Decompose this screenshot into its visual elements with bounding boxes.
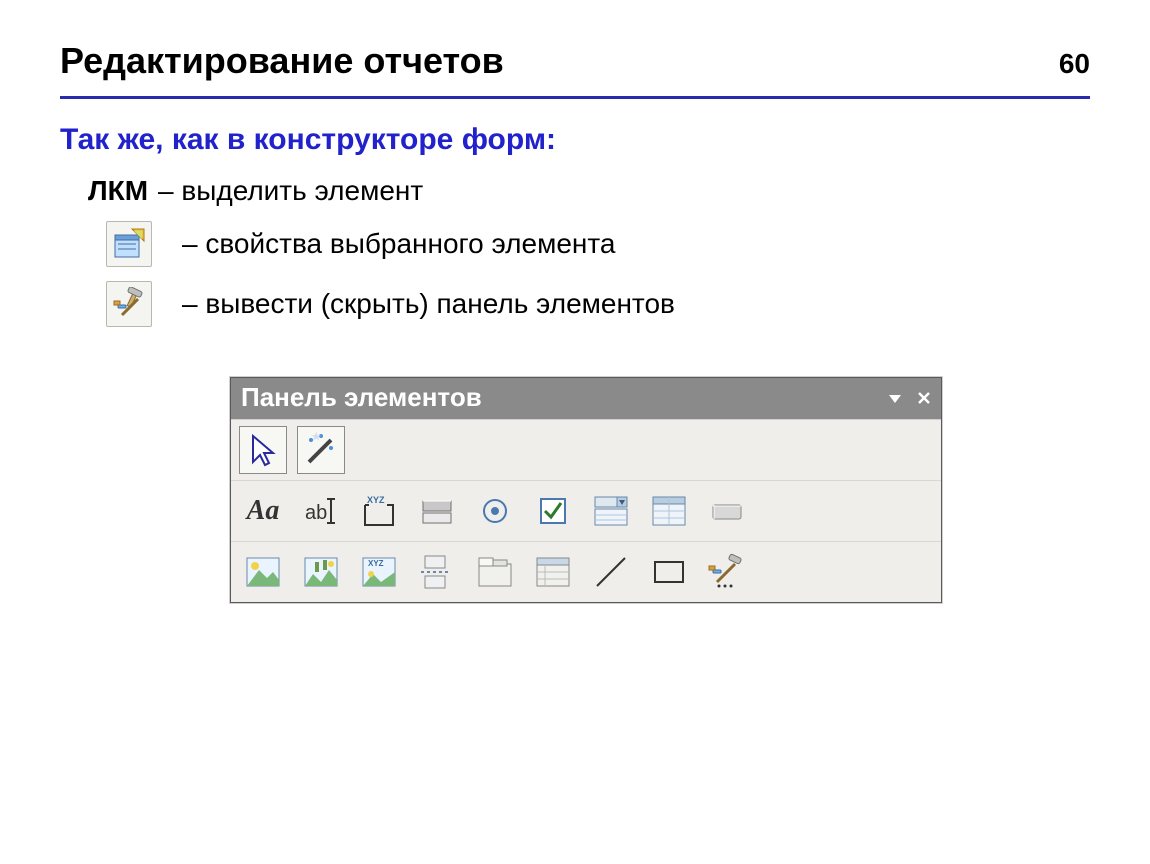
toolbox-body: Aa ab XYZ <box>231 419 941 602</box>
bound-frame-icon[interactable]: XYZ <box>355 548 403 596</box>
checkbox-icon[interactable] <box>529 487 577 535</box>
wizard-icon[interactable] <box>297 426 345 474</box>
combo-box-icon[interactable] <box>587 487 635 535</box>
more-tools-icon[interactable] <box>703 548 751 596</box>
row-toolbox-toggle: – вывести (скрыть) панель элементов <box>88 281 1090 327</box>
toolbox-row-1 <box>231 420 941 480</box>
option-button-icon[interactable] <box>471 487 519 535</box>
row-lmb: ЛКМ – выделить элемент <box>88 175 1090 207</box>
toolbox-panel: Панель элементов <box>230 377 942 603</box>
toolbox-toggle-icon <box>106 281 152 327</box>
properties-desc: – свойства выбранного элемента <box>182 228 615 260</box>
row-properties: – свойства выбранного элемента <box>88 221 1090 267</box>
properties-icon <box>106 221 152 267</box>
toolbox-row-2: Aa ab XYZ <box>231 480 941 541</box>
list-box-icon[interactable] <box>645 487 693 535</box>
svg-text:XYZ: XYZ <box>367 495 385 505</box>
line-icon[interactable] <box>587 548 635 596</box>
svg-text:ab: ab <box>305 502 327 524</box>
title-rule <box>60 96 1090 99</box>
page-break-icon[interactable] <box>413 548 461 596</box>
command-button-icon[interactable] <box>703 487 751 535</box>
toolbox-row-3: XYZ <box>231 541 941 602</box>
textbox-icon[interactable]: ab <box>297 487 345 535</box>
svg-text:XYZ: XYZ <box>368 559 384 568</box>
subtitle: Так же, как в конструкторе форм: <box>60 123 1090 157</box>
subform-icon[interactable] <box>529 548 577 596</box>
image-icon[interactable] <box>239 548 287 596</box>
slide: Редактирование отчетов 60 Так же, как в … <box>0 0 1150 864</box>
lmb-label: ЛКМ <box>88 175 158 207</box>
toolbox-toggle-desc: – вывести (скрыть) панель элементов <box>182 288 675 320</box>
page-number: 60 <box>1059 48 1090 80</box>
lmb-desc: – выделить элемент <box>158 175 423 207</box>
page-title: Редактирование отчетов <box>60 40 504 82</box>
toolbox-close-icon[interactable] <box>917 385 931 411</box>
toolbox-titlebar[interactable]: Панель элементов <box>231 378 941 419</box>
rectangle-icon[interactable] <box>645 548 693 596</box>
tab-control-icon[interactable] <box>471 548 519 596</box>
pointer-icon[interactable] <box>239 426 287 474</box>
label-icon[interactable]: Aa <box>239 487 287 535</box>
toolbox-menu-icon[interactable] <box>887 385 903 411</box>
toolbox-title: Панель элементов <box>241 382 482 413</box>
group-box-icon[interactable]: XYZ <box>355 487 403 535</box>
toggle-button-icon[interactable] <box>413 487 461 535</box>
unbound-frame-icon[interactable] <box>297 548 345 596</box>
header-row: Редактирование отчетов 60 <box>60 40 1090 88</box>
